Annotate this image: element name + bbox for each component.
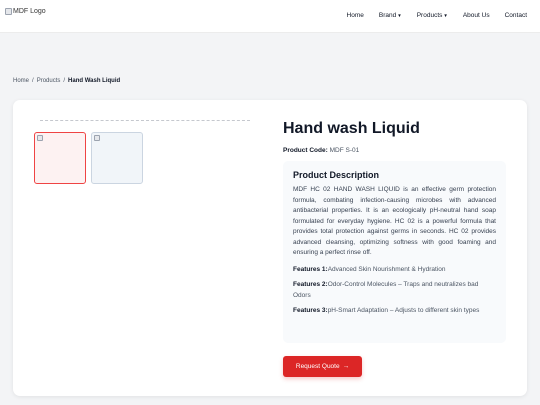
product-code-label: Product Code: xyxy=(283,147,328,154)
product-thumbnail-2[interactable] xyxy=(91,132,143,184)
main-image-placeholder xyxy=(40,120,250,121)
feature-label: Features 2: xyxy=(293,281,328,288)
nav-about[interactable]: About Us xyxy=(463,12,490,19)
description-heading: Product Description xyxy=(293,170,380,180)
feature-text: Advanced Skin Nourishment & Hydration xyxy=(327,265,446,273)
feature-item: Features 2:Odor-Control Molecules – Trap… xyxy=(293,280,496,301)
feature-label: Features 1: xyxy=(293,265,328,273)
nav-brand[interactable]: Brand ▼ xyxy=(379,12,402,19)
product-description-box: Product Description MDF HC 02 HAND WASH … xyxy=(283,161,506,343)
nav-products[interactable]: Products ▼ xyxy=(417,12,448,19)
chevron-down-icon: ▼ xyxy=(443,13,448,18)
nav-about-label: About Us xyxy=(462,12,490,19)
main-nav: Home Brand ▼ Products ▼ About Us Contact xyxy=(332,12,527,19)
feature-text: pH-Smart Adaptation – Adjusts to differe… xyxy=(327,307,480,314)
broken-image-icon xyxy=(37,135,43,141)
breadcrumb-separator: / xyxy=(63,78,66,84)
breadcrumb: Home / Products / Hand Wash Liquid xyxy=(13,78,120,84)
broken-image-icon xyxy=(94,135,100,141)
product-code: Product Code: MDF S-01 xyxy=(283,147,359,154)
navbar: MDF Logo Home Brand ▼ Products ▼ About Us … xyxy=(0,0,540,33)
arrow-right-icon: → xyxy=(342,363,350,370)
nav-home[interactable]: Home xyxy=(347,12,364,19)
breadcrumb-current: Hand Wash Liquid xyxy=(68,78,121,84)
feature-item: Features 1:Advanced Skin Nourishment & H… xyxy=(293,265,496,276)
nav-home-label: Home xyxy=(346,12,364,19)
nav-contact[interactable]: Contact xyxy=(505,12,527,19)
broken-image-icon xyxy=(5,8,12,15)
nav-contact-label: Contact xyxy=(504,12,527,19)
request-quote-button[interactable]: Request Quote → xyxy=(283,356,362,377)
product-title: Hand wash Liquid xyxy=(283,120,420,137)
site-logo[interactable]: MDF Logo xyxy=(5,8,46,15)
feature-label: Features 3: xyxy=(293,307,328,314)
product-card: Hand wash Liquid Product Code: MDF S-01 … xyxy=(13,100,527,396)
breadcrumb-separator: / xyxy=(32,78,34,84)
request-quote-label: Request Quote xyxy=(295,363,340,370)
description-text: MDF HC 02 HAND WASH LIQUID is an effecti… xyxy=(293,186,496,256)
logo-alt-text: MDF Logo xyxy=(13,8,46,15)
chevron-down-icon: ▼ xyxy=(397,13,402,18)
feature-item: Features 3:pH-Smart Adaptation – Adjusts… xyxy=(293,306,496,317)
product-code-value: MDF S-01 xyxy=(329,147,360,154)
product-thumbnail-1[interactable] xyxy=(34,132,86,184)
nav-brand-label: Brand xyxy=(378,12,397,19)
breadcrumb-home[interactable]: Home xyxy=(13,78,29,84)
nav-products-label: Products xyxy=(416,12,443,19)
breadcrumb-products[interactable]: Products xyxy=(37,78,61,84)
